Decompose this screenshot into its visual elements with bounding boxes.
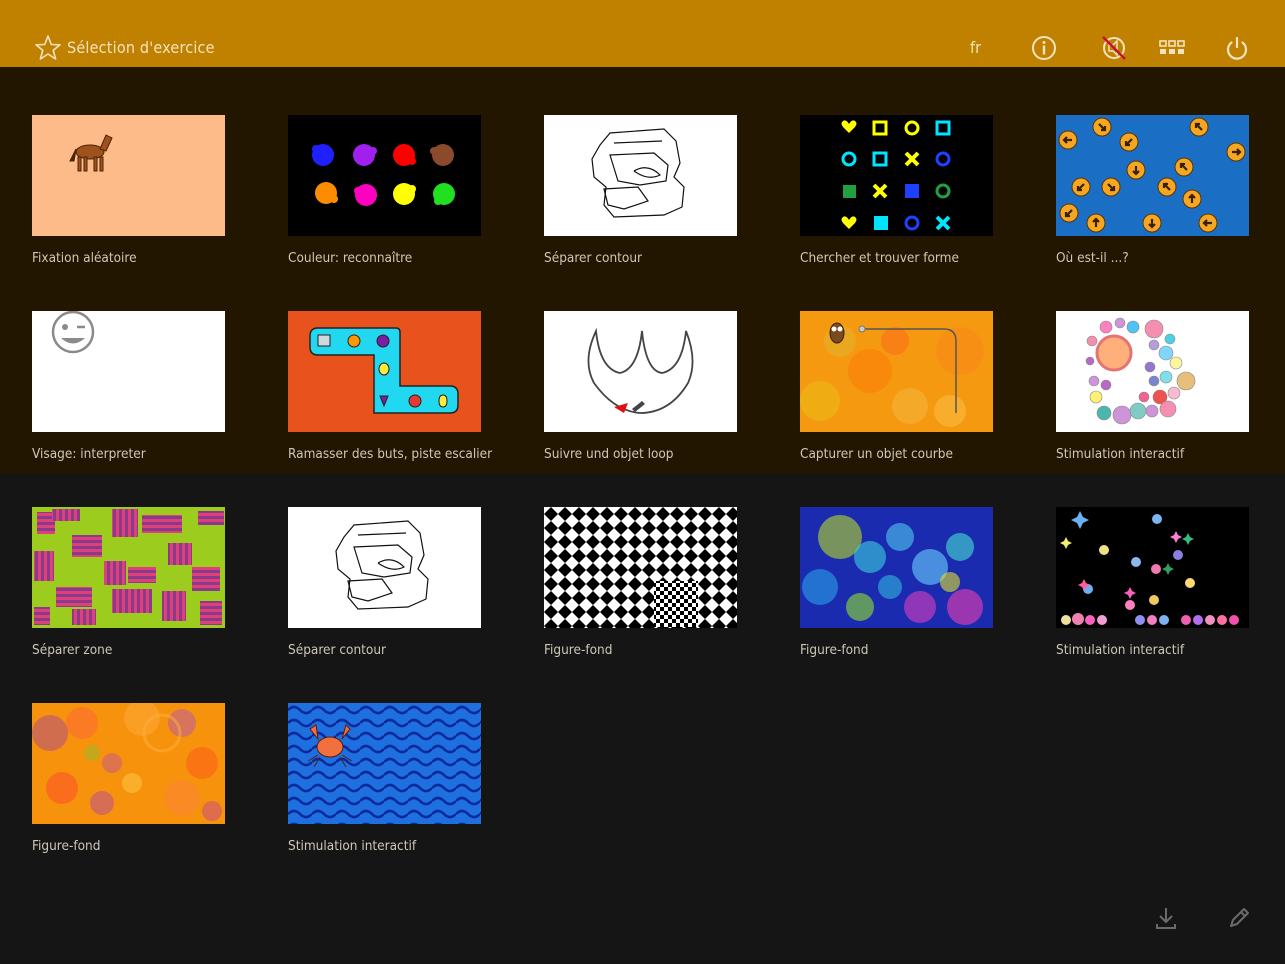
face-image [32,311,225,432]
exercise-label-6: Ramasser des buts, piste escalier [288,446,493,462]
exercise-label-7: Suivre und objet loop [544,446,674,462]
crab-waves-image [288,703,481,824]
language-selector[interactable]: fr [970,38,981,57]
exercise-thumb-13[interactable] [800,507,993,628]
exercise-label-15: Figure-fond [32,838,101,854]
stair-track-image [288,311,481,432]
exercise-label-1: Couleur: reconnaître [288,250,413,266]
exercise-thumb-15[interactable] [32,703,225,824]
exercise-label-8: Capturer un objet courbe [800,446,953,462]
loop-image [544,311,737,432]
exercise-label-9: Stimulation interactif [1056,446,1185,462]
pencil-icon[interactable] [1225,904,1253,932]
paint-splats-image [288,115,481,236]
checker-image [544,507,737,628]
exercise-label-16: Stimulation interactif [288,838,417,854]
exercise-thumb-0[interactable] [32,115,225,236]
no-sound-icon[interactable] [1100,34,1128,62]
exercise-label-14: Stimulation interactif [1056,642,1185,658]
page-title: Sélection d'exercice [67,38,215,57]
exercise-label-0: Fixation aléatoire [32,250,137,266]
exercise-thumb-10[interactable] [32,507,225,628]
power-icon[interactable] [1223,34,1251,62]
blue-bokeh-image [800,507,993,628]
horse-image [32,115,225,236]
shapes-image [800,115,993,236]
exercise-thumb-16[interactable] [288,703,481,824]
exercise-label-3: Chercher et trouver forme [800,250,959,266]
orange-bokeh-image [32,703,225,824]
exercise-thumb-2[interactable] [544,115,737,236]
exercise-thumb-9[interactable] [1056,311,1249,432]
exercise-label-5: Visage: interpreter [32,446,146,462]
grid-icon[interactable] [1158,34,1186,62]
exercise-thumb-8[interactable] [800,311,993,432]
exercise-thumb-12[interactable] [544,507,737,628]
arrows-image [1056,115,1249,236]
exercise-label-13: Figure-fond [800,642,869,658]
exercise-label-12: Figure-fond [544,642,613,658]
exercise-thumb-1[interactable] [288,115,481,236]
dark-confetti-image [1056,507,1249,628]
exercise-thumb-7[interactable] [544,311,737,432]
stripes-zone-image [32,507,225,628]
exercise-thumb-6[interactable] [288,311,481,432]
exercise-thumb-3[interactable] [800,115,993,236]
exercise-thumb-4[interactable] [1056,115,1249,236]
download-icon[interactable] [1152,904,1180,932]
contour-image [288,507,481,628]
contour-image [544,115,737,236]
exercise-label-10: Séparer zone [32,642,113,658]
exercise-label-4: Où est-il ...? [1056,250,1129,266]
exercise-label-11: Séparer contour [288,642,387,658]
header-bar: Sélection d'exercice fr [0,0,1285,67]
star-icon[interactable] [34,34,62,62]
exercise-thumb-11[interactable] [288,507,481,628]
info-icon[interactable] [1030,34,1058,62]
circle-bubbles-image [1056,311,1249,432]
exercise-thumb-14[interactable] [1056,507,1249,628]
exercise-label-2: Séparer contour [544,250,643,266]
owl-curve-image [800,311,993,432]
exercise-thumb-5[interactable] [32,311,225,432]
